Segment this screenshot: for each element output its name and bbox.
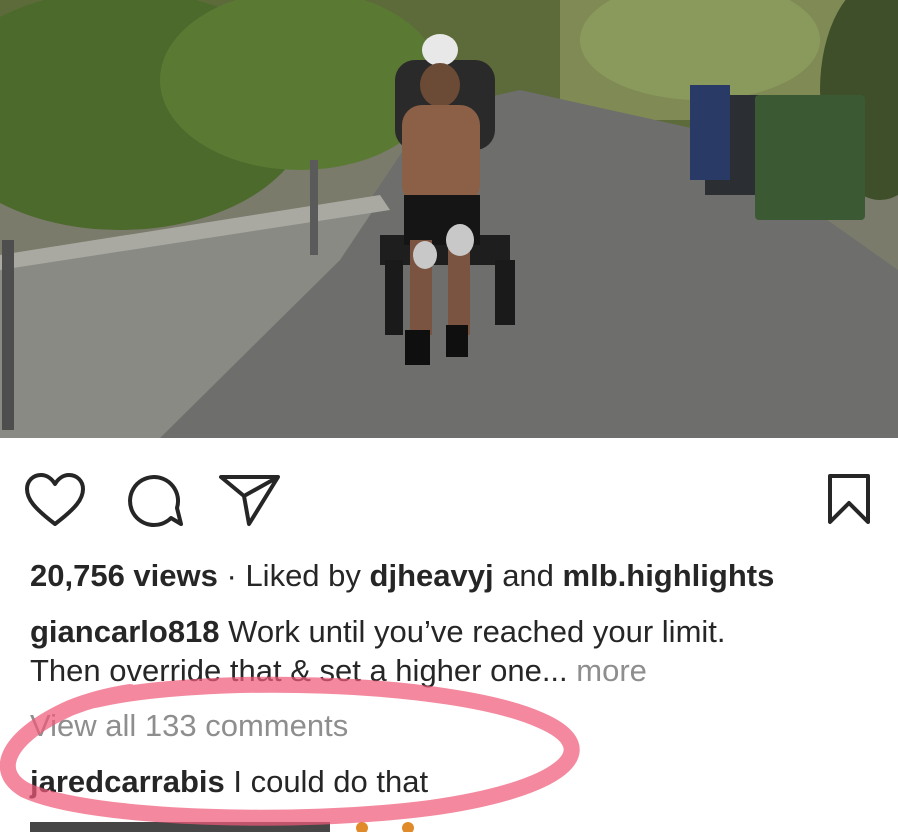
bookmark-icon[interactable] (826, 472, 872, 526)
liked-by-and: and (493, 558, 563, 593)
liked-by-separator: · Liked by (217, 558, 370, 593)
view-count[interactable]: 20,756 views (30, 558, 218, 593)
view-all-comments-link[interactable]: View all 133 comments (30, 706, 348, 746)
caption-text-2: Then override that & set a higher one... (30, 653, 568, 688)
paper-plane-icon[interactable] (218, 472, 282, 528)
partial-next-comment (30, 818, 430, 832)
caption-text-1: Work until you’ve reached your limit. (219, 614, 726, 649)
post-video-frame (0, 0, 898, 438)
comment-text: I could do that (224, 764, 429, 799)
likes-line: 20,756 views · Liked by djheavyj and mlb… (30, 556, 774, 596)
comment-bubble-icon[interactable] (124, 472, 184, 530)
caption-more-link[interactable]: more (568, 653, 647, 688)
caption-line-1: giancarlo818 Work until you’ve reached y… (30, 612, 726, 652)
liked-by-user-2[interactable]: mlb.highlights (563, 558, 775, 593)
post-media[interactable] (0, 0, 898, 438)
liked-by-user-1[interactable]: djheavyj (370, 558, 494, 593)
caption-line-2: Then override that & set a higher one...… (30, 651, 647, 691)
comment-username[interactable]: jaredcarrabis (30, 764, 225, 799)
action-bar (0, 438, 898, 548)
heart-outline-icon[interactable] (24, 472, 86, 528)
comment-row: jaredcarrabis I could do that (30, 762, 428, 802)
caption-username[interactable]: giancarlo818 (30, 614, 220, 649)
